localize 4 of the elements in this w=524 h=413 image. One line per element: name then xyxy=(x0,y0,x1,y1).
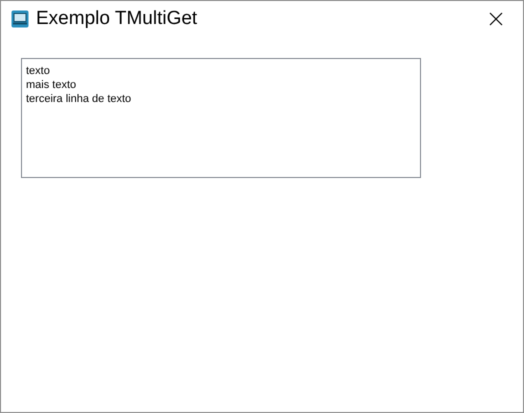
laptop-icon xyxy=(11,10,29,28)
memo-field[interactable]: texto mais texto terceira linha de texto xyxy=(21,58,421,178)
window-title: Exemplo TMultiGet xyxy=(36,8,198,30)
close-icon xyxy=(489,12,503,26)
